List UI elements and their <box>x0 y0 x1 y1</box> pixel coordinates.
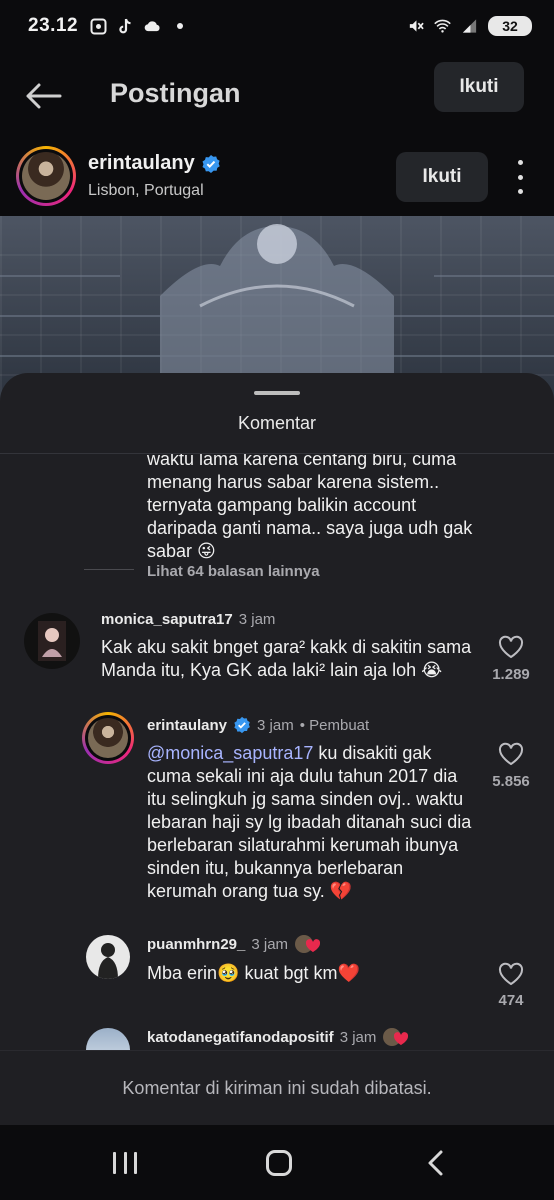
top-app-bar: Postingan Ikuti <box>0 60 554 130</box>
liked-by-creator-icon <box>294 934 322 954</box>
wifi-icon <box>434 18 451 35</box>
comments-restricted-notice: Komentar di kiriman ini sudah dibatasi. <box>0 1050 554 1125</box>
sheet-drag-handle[interactable] <box>254 391 300 395</box>
reply-text: Mba erin🥹 kuat bgt km❤️ <box>147 963 360 983</box>
follow-button[interactable]: Ikuti <box>396 152 488 202</box>
post-author-row: erintaulany Lisbon, Portugal Ikuti <box>0 146 554 212</box>
reply-time: 3 jam <box>339 1028 377 1046</box>
reply-item: puanmhrn29_ 3 jam Mba erin🥹 kuat bgt km❤… <box>0 928 554 1018</box>
reply-avatar[interactable] <box>86 1028 130 1050</box>
like-heart-icon[interactable] <box>498 635 524 659</box>
comment-time: 3 jam <box>238 611 276 628</box>
view-more-replies-link[interactable]: Lihat 64 balasan lainnya <box>147 563 320 580</box>
home-icon[interactable] <box>266 1150 292 1176</box>
comments-list[interactable]: waktu lama karena centang biru, cuma men… <box>0 454 554 1050</box>
reply-username[interactable]: katodanegatifanodapositif <box>147 1029 334 1046</box>
signal-icon <box>461 18 478 35</box>
back-arrow-icon[interactable] <box>24 82 62 110</box>
verified-badge-icon <box>233 716 251 734</box>
author-avatar[interactable] <box>16 146 76 206</box>
battery-indicator: 32 <box>488 16 532 36</box>
comments-sheet: Komentar waktu lama karena centang biru,… <box>0 373 554 1125</box>
system-navigation-bar <box>0 1125 554 1200</box>
author-username[interactable]: erintaulany <box>88 152 195 175</box>
like-heart-icon[interactable] <box>498 962 524 986</box>
comment-header: monica_saputra17 3 jam <box>101 611 275 628</box>
tiktok-icon <box>117 18 134 35</box>
like-count: 1.289 <box>492 666 530 683</box>
page-title: Postingan <box>110 78 241 108</box>
status-time: 23.12 <box>28 15 79 36</box>
reply-header: erintaulany 3 jam • Pembuat <box>147 716 369 734</box>
creator-badge: • Pembuat <box>299 716 370 734</box>
like-count: 474 <box>498 992 524 1009</box>
reply-item: katodanegatifanodapositif 3 jam <box>0 1020 554 1050</box>
recents-icon[interactable] <box>113 1152 137 1174</box>
battery-level: 32 <box>502 18 518 34</box>
verified-badge-icon <box>201 154 221 174</box>
comments-title: Komentar <box>237 413 317 433</box>
reply-header: katodanegatifanodapositif 3 jam <box>147 1027 410 1047</box>
reply-body: ku disakiti gak cuma sekali ini aja dulu… <box>147 743 472 901</box>
cloud-icon <box>144 18 161 35</box>
header-follow-button[interactable]: Ikuti <box>434 62 524 112</box>
system-back-icon[interactable] <box>426 1149 446 1177</box>
screenshot-icon <box>90 18 107 35</box>
partial-comment-text: waktu lama karena centang biru, cuma men… <box>147 454 473 561</box>
status-left-icons <box>90 18 188 35</box>
mute-icon <box>407 18 424 35</box>
more-options-icon[interactable] <box>508 160 532 194</box>
reply-username[interactable]: puanmhrn29_ <box>147 936 245 953</box>
comment-username[interactable]: monica_saputra17 <box>101 611 233 628</box>
reply-time: 3 jam <box>251 935 289 953</box>
reply-mention-link[interactable]: @monica_saputra17 <box>147 743 313 763</box>
author-name[interactable]: erintaulany <box>88 152 221 175</box>
liked-by-creator-icon <box>382 1027 410 1047</box>
status-right-icons: 32 <box>407 16 532 36</box>
post-location[interactable]: Lisbon, Portugal <box>88 182 204 200</box>
comment-text: Kak aku sakit bnget gara² kakk di sakiti… <box>101 637 472 680</box>
like-heart-icon[interactable] <box>498 742 524 766</box>
commenter-avatar[interactable] <box>24 613 80 669</box>
reply-item: erintaulany 3 jam • Pembuat @monica_sapu… <box>0 706 554 926</box>
status-bar: 23.12 32 <box>0 0 554 52</box>
reply-text: @monica_saputra17 ku disakiti gak cuma s… <box>147 742 472 903</box>
like-count: 5.856 <box>492 773 530 790</box>
reply-username[interactable]: erintaulany <box>147 717 227 734</box>
dot-icon <box>171 18 188 35</box>
reply-avatar[interactable] <box>86 935 130 979</box>
reply-header: puanmhrn29_ 3 jam <box>147 934 322 954</box>
thread-line <box>84 569 134 570</box>
reply-avatar[interactable] <box>82 712 134 764</box>
comment-item: monica_saputra17 3 jam Kak aku sakit bng… <box>0 599 554 709</box>
reply-time: 3 jam <box>257 716 294 734</box>
